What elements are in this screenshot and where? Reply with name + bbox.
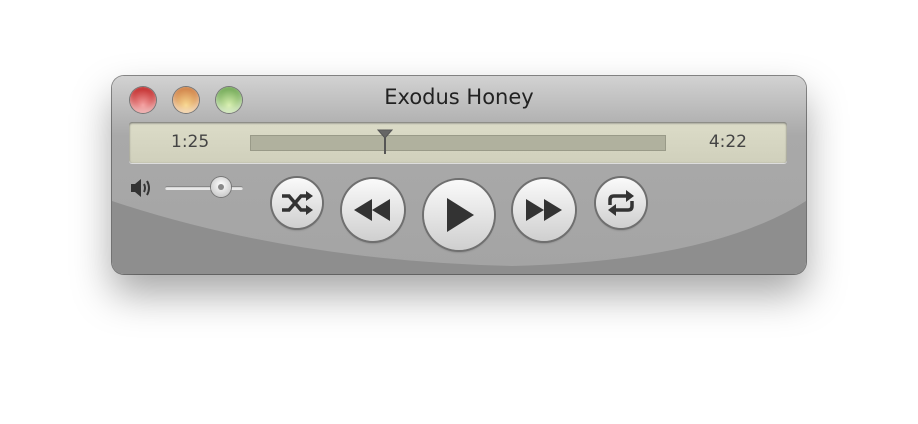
lcd-display: 1:25 4:22 — [129, 122, 787, 163]
shuffle-icon — [282, 191, 313, 215]
playhead-handle[interactable] — [377, 129, 394, 155]
shuffle-button[interactable] — [272, 178, 322, 228]
play-button[interactable] — [424, 180, 494, 250]
next-button[interactable] — [513, 179, 575, 241]
repeat-icon — [608, 190, 634, 216]
repeat-button[interactable] — [596, 178, 646, 228]
rewind-icon — [354, 199, 390, 221]
elapsed-time: 1:25 — [171, 132, 210, 152]
remaining-time: 4:22 — [708, 132, 747, 152]
mini-player-window: Exodus Honey 1:25 4:22 — [112, 76, 806, 274]
speaker-icon — [131, 179, 150, 197]
progress-track[interactable] — [250, 135, 666, 151]
fast-forward-icon — [526, 199, 562, 221]
play-icon — [447, 198, 474, 232]
volume-slider[interactable] — [165, 186, 243, 190]
track-title: Exodus Honey — [384, 85, 534, 109]
previous-button[interactable] — [342, 179, 404, 241]
